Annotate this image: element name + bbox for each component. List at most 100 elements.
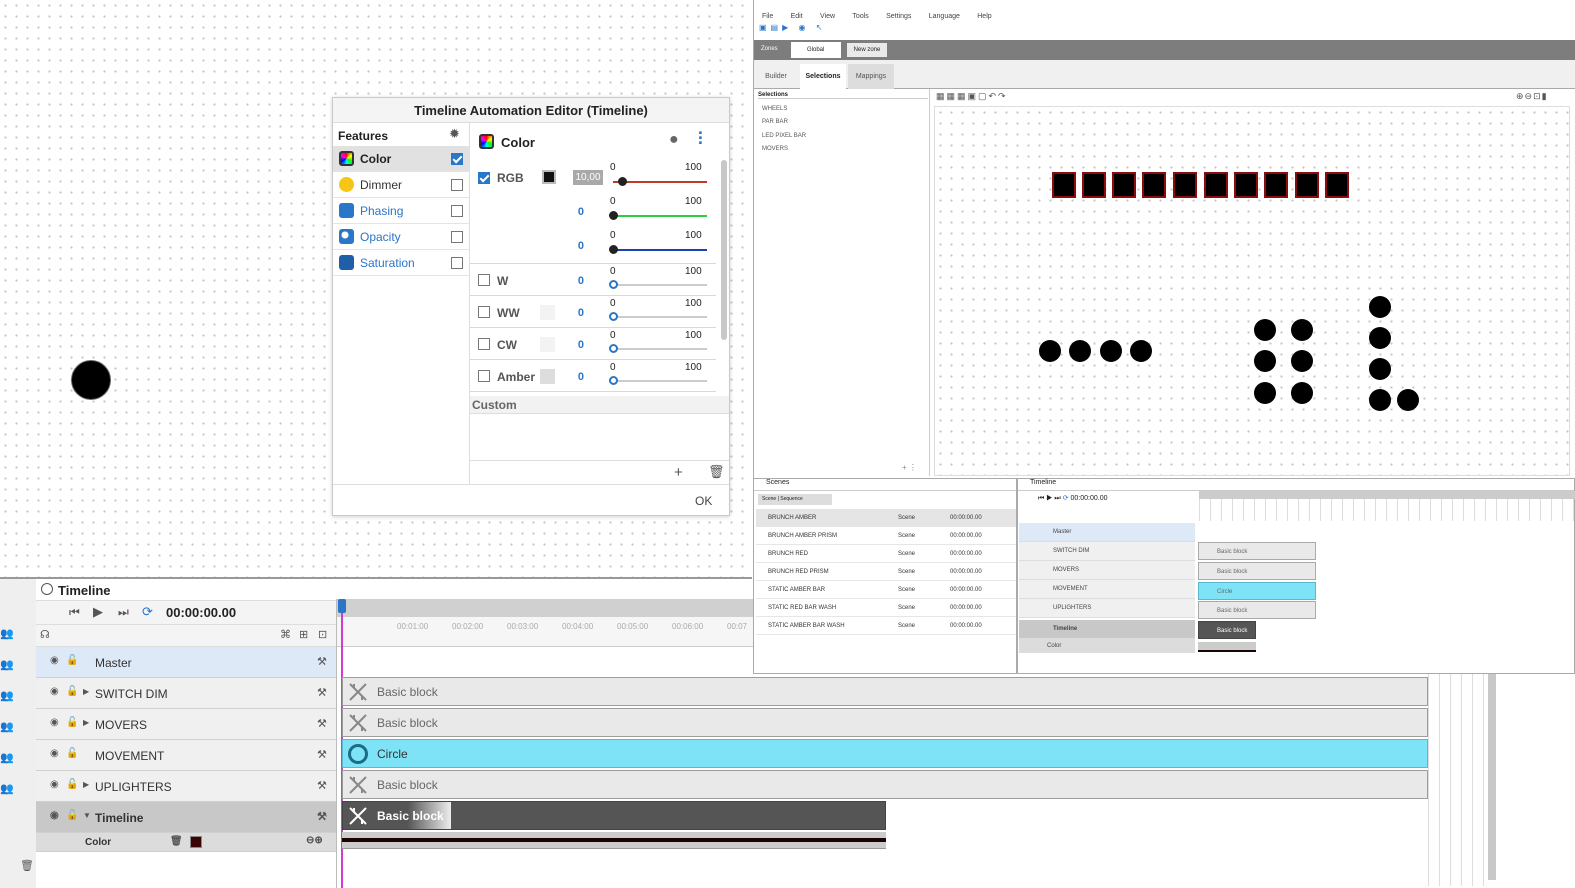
fixture-dot[interactable] xyxy=(1291,350,1313,372)
timeline-block[interactable]: Basic block xyxy=(342,801,886,830)
basic-block[interactable]: Basic block xyxy=(342,708,1428,737)
eye-icon[interactable]: ◉ xyxy=(50,655,59,666)
mini-basic-block[interactable]: Basic block xyxy=(1198,562,1316,580)
feature-checkbox[interactable] xyxy=(451,257,463,269)
people-icon[interactable]: 👥 xyxy=(0,658,14,671)
channel-slider[interactable] xyxy=(613,348,707,350)
fixture-dot[interactable] xyxy=(1291,319,1313,341)
menu-tools[interactable]: Tools xyxy=(852,13,868,20)
mini-sub-track[interactable]: Color xyxy=(1019,639,1195,653)
channel-value[interactable]: 0 xyxy=(562,371,584,383)
ok-button[interactable]: OK xyxy=(695,494,712,508)
green-slider[interactable] xyxy=(613,215,707,217)
eye-icon[interactable]: ◉ xyxy=(50,810,59,821)
eye-icon[interactable]: ◉ xyxy=(50,686,59,697)
add-track-icon[interactable]: ⌘ xyxy=(280,628,291,641)
zoom-icon[interactable]: ⊖⊕ xyxy=(306,835,323,846)
lock-icon[interactable]: 🔓 xyxy=(66,717,78,728)
expand-icon[interactable]: ▶ xyxy=(83,687,89,696)
fixture-canvas[interactable] xyxy=(934,106,1570,476)
channel-value[interactable]: 0 xyxy=(562,307,584,319)
mini-transport[interactable]: ⏮ ▶ ⏭ ⟳ 00:00:00.00 xyxy=(1038,494,1108,503)
people-icon[interactable]: 👥 xyxy=(0,720,14,733)
fixture-dot[interactable] xyxy=(1069,340,1091,362)
channel-slider[interactable] xyxy=(613,284,707,286)
color-swatch[interactable] xyxy=(190,836,202,848)
color-automation-lane[interactable] xyxy=(342,832,886,849)
playhead-handle[interactable] xyxy=(338,599,346,613)
scene-row[interactable]: STATIC RED BAR WASH Scene 00:00:00.00 xyxy=(756,599,1016,617)
feature-phasing[interactable]: Phasing xyxy=(333,198,470,224)
scene-row[interactable]: BRUNCH RED Scene 00:00:00.00 xyxy=(756,545,1016,563)
feature-checkbox[interactable] xyxy=(451,179,463,191)
skip-forward-icon[interactable]: ⏭ xyxy=(118,605,129,620)
mini-basic-block[interactable]: Basic block xyxy=(1198,542,1316,560)
fixture-dot[interactable] xyxy=(1369,358,1391,380)
automation-curve[interactable] xyxy=(342,838,886,842)
fixture-dot[interactable] xyxy=(1254,319,1276,341)
channel-slider-knob[interactable] xyxy=(609,344,618,353)
automation-icon[interactable]: ⚒ xyxy=(317,686,327,699)
mini-track[interactable]: MOVERS xyxy=(1019,561,1195,580)
tab-builder[interactable]: Builder xyxy=(756,64,796,89)
canvas-toolbar-icons[interactable]: ▦▦▦▣▢↶↷ xyxy=(936,91,1036,102)
mini-track[interactable]: UPLIGHTERS xyxy=(1019,599,1195,618)
fixture-dot[interactable] xyxy=(1254,382,1276,404)
scene-row[interactable]: STATIC AMBER BAR Scene 00:00:00.00 xyxy=(756,581,1016,599)
skip-back-icon[interactable]: ⏮ xyxy=(69,605,80,620)
mini-timeline-block[interactable]: Basic block xyxy=(1198,621,1256,639)
loop-icon[interactable]: ⟳ xyxy=(142,604,153,620)
fixture-circle[interactable] xyxy=(71,360,111,400)
basic-block[interactable]: Basic block xyxy=(342,770,1428,799)
feature-saturation[interactable]: Saturation xyxy=(333,250,470,276)
track-switch-dim[interactable]: ◉ 🔓 ▶ SWITCH DIM ⚒ xyxy=(36,678,336,709)
mini-track[interactable]: MOVEMENT xyxy=(1019,580,1195,599)
timeline-radio[interactable] xyxy=(41,583,53,595)
people-icon[interactable]: 👥 xyxy=(0,627,14,640)
track-master[interactable]: ◉ 🔓 Master ⚒ xyxy=(36,647,336,678)
feature-checkbox[interactable] xyxy=(451,153,463,165)
menu-settings[interactable]: Settings xyxy=(886,13,911,20)
fixture-par[interactable] xyxy=(1295,172,1319,198)
channel-swatch[interactable] xyxy=(540,337,555,352)
fixture-dot[interactable] xyxy=(1291,382,1313,404)
fixture-par[interactable] xyxy=(1264,172,1288,198)
basic-block[interactable]: Basic block xyxy=(342,677,1428,706)
channel-checkbox[interactable] xyxy=(478,274,490,286)
selection-item[interactable]: LED PIXEL BAR xyxy=(762,133,806,139)
channel-slider-knob[interactable] xyxy=(609,280,618,289)
lock-icon[interactable]: 🔓 xyxy=(66,748,78,759)
track-movers[interactable]: ◉ 🔓 ▶ MOVERS ⚒ xyxy=(36,709,336,740)
lock-icon[interactable]: 🔓 xyxy=(66,655,78,666)
fixture-dot[interactable] xyxy=(1369,389,1391,411)
people-icon[interactable]: 👥 xyxy=(0,689,14,702)
lock-icon[interactable]: 🔓 xyxy=(66,686,78,697)
time-ruler[interactable]: 00:01:00 00:02:00 00:03:00 00:04:00 00:0… xyxy=(337,617,753,647)
bug-icon[interactable]: ✹ xyxy=(449,126,460,142)
channel-slider[interactable] xyxy=(613,380,707,382)
new-zone-button[interactable]: New zone xyxy=(847,43,887,57)
people-icon[interactable]: 👥 xyxy=(0,751,14,764)
add-folder-icon[interactable]: ⊡ xyxy=(318,628,327,641)
track-timeline[interactable]: ◉ 🔓 ▼ Timeline ⚒ xyxy=(36,802,336,833)
green-value[interactable]: 0 xyxy=(562,206,584,218)
mini-circle-block[interactable]: Circle xyxy=(1198,582,1316,600)
fixture-dot[interactable] xyxy=(1130,340,1152,362)
channel-value[interactable]: 0 xyxy=(562,339,584,351)
mini-basic-block[interactable]: Basic block xyxy=(1198,601,1316,619)
automation-icon[interactable]: ⚒ xyxy=(317,717,327,730)
menu-language[interactable]: Language xyxy=(929,13,960,20)
fixture-dot[interactable] xyxy=(1100,340,1122,362)
timeline-vscroll[interactable] xyxy=(1488,674,1496,880)
menu-edit[interactable]: Edit xyxy=(791,13,803,20)
feature-dimmer[interactable]: Dimmer xyxy=(333,172,470,198)
eye-icon[interactable]: ◉ xyxy=(50,748,59,759)
channel-swatch[interactable] xyxy=(540,369,555,384)
automation-icon[interactable]: ⚒ xyxy=(317,779,327,792)
rgb-value-input[interactable]: 10,00 xyxy=(573,170,603,185)
track-uplighters[interactable]: ◉ 🔓 ▶ UPLIGHTERS ⚒ xyxy=(36,771,336,802)
groups-icon[interactable]: ● xyxy=(669,131,679,149)
mini-track[interactable]: SWITCH DIM xyxy=(1019,542,1195,561)
trash-icon[interactable]: 🗑 xyxy=(20,859,34,872)
scene-row[interactable]: BRUNCH RED PRISM Scene 00:00:00.00 xyxy=(756,563,1016,581)
